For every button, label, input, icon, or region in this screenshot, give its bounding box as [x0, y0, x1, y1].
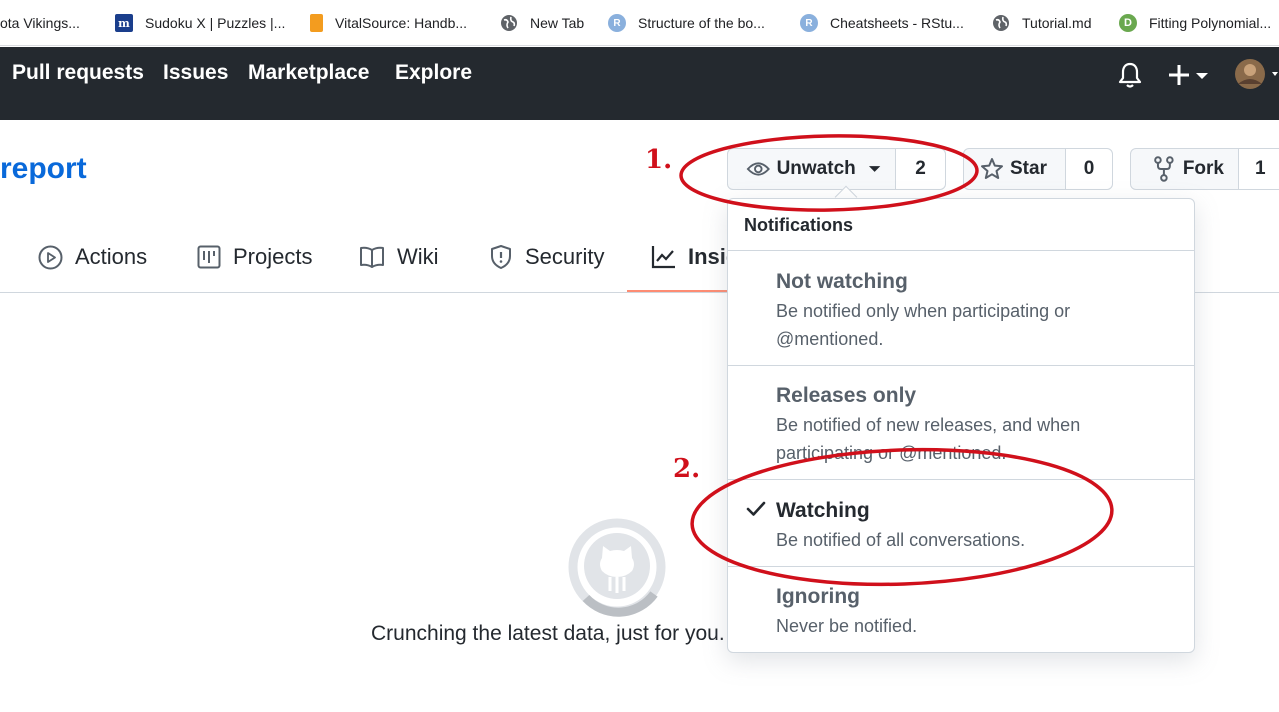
bookmark-cheatsheets[interactable]: R Cheatsheets - RStu... — [800, 12, 964, 34]
bookmark-sudoku[interactable]: m Sudoku X | Puzzles |... — [115, 12, 285, 34]
fork-button[interactable]: Fork — [1131, 149, 1239, 189]
avatar[interactable] — [1234, 58, 1279, 95]
option-title: Releases only — [776, 384, 917, 407]
bookmark-label: Tutorial.md — [1022, 15, 1092, 31]
shield-icon — [491, 245, 511, 269]
caret-down-icon — [868, 166, 881, 172]
bookmark-label: VitalSource: Handb... — [335, 15, 468, 31]
bookmark-label: Sudoku X | Puzzles |... — [145, 15, 286, 31]
play-icon — [38, 245, 63, 269]
option-description: Be notified of all conversations. — [776, 530, 1026, 550]
r-icon: R — [800, 14, 818, 32]
bookmark-structure[interactable]: R Structure of the bo... — [608, 12, 765, 34]
loading-text: Crunching the latest data, just for you. — [371, 622, 725, 645]
bookmark-label: New Tab — [530, 15, 585, 31]
star-button[interactable]: Star — [964, 149, 1066, 189]
notifications-dropdown: Notifications Not watching Be notified o… — [727, 198, 1195, 653]
bookmark-vikings[interactable]: ota Vikings... — [0, 12, 80, 34]
globe-icon — [992, 14, 1010, 32]
eye-icon — [746, 162, 770, 176]
graph-icon — [651, 246, 675, 269]
tab-label: Wiki — [397, 244, 439, 269]
fork-count[interactable]: 1 — [1239, 149, 1279, 189]
tab-label: Security — [525, 244, 605, 269]
plus-icon[interactable] — [1168, 63, 1210, 92]
tab-actions[interactable]: Actions — [38, 238, 147, 276]
option-releases-only[interactable]: Releases only Be notified of new release… — [728, 365, 1194, 479]
tab-label: Insights — [688, 244, 727, 269]
octocat-loading-icon — [566, 516, 668, 623]
tab-security[interactable]: Security — [489, 238, 604, 276]
bookmarks-bar: ota Vikings... m Sudoku X | Puzzles |...… — [0, 0, 1279, 46]
bookmark-label: ota Vikings... — [0, 15, 80, 31]
fork-button-group: Fork 1 — [1130, 148, 1279, 190]
bookmark-label: Fitting Polynomial... — [1149, 15, 1272, 31]
bookmark-label: Structure of the bo... — [638, 15, 765, 31]
annotation-step-1: 1. — [645, 145, 673, 175]
bookmark-label: Cheatsheets - RStu... — [830, 15, 964, 31]
option-description: Be notified of new releases, and when pa… — [776, 415, 1081, 463]
unwatch-button[interactable]: Unwatch — [728, 149, 896, 189]
dropdown-title: Notifications — [744, 215, 854, 235]
fork-label: Fork — [1182, 158, 1224, 179]
tab-projects[interactable]: Projects — [197, 238, 312, 276]
star-button-group: Star 0 — [963, 148, 1113, 190]
option-ignoring[interactable]: Ignoring Never be notified. — [728, 566, 1194, 652]
tab-label: Actions — [75, 244, 148, 269]
option-title: Not watching — [776, 270, 908, 293]
check-icon — [746, 501, 766, 516]
watch-button-group: Unwatch 2 — [727, 148, 946, 190]
bell-icon[interactable] — [1117, 61, 1143, 94]
globe-icon — [500, 14, 518, 32]
option-description: Never be notified. — [776, 616, 918, 636]
nav-issues[interactable]: Issues — [163, 61, 228, 85]
option-title: Ignoring — [776, 585, 860, 608]
star-label: Star — [1010, 158, 1047, 179]
tab-label: Projects — [233, 244, 313, 269]
bookmark-vitalsource[interactable]: VitalSource: Handb... — [310, 12, 467, 34]
bookmark-orange-icon — [310, 14, 323, 32]
m-logo-icon: m — [115, 14, 133, 32]
bookmark-fitting[interactable]: D Fitting Polynomial... — [1119, 12, 1271, 34]
bookmark-new-tab[interactable]: New Tab — [500, 12, 584, 34]
d-icon: D — [1119, 14, 1137, 32]
option-watching[interactable]: Watching Be notified of all conversation… — [728, 479, 1194, 566]
watch-count[interactable]: 2 — [896, 149, 945, 189]
tab-insights[interactable]: Insights — [651, 238, 727, 276]
option-not-watching[interactable]: Not watching Be notified only when parti… — [728, 250, 1194, 365]
project-icon — [197, 245, 221, 269]
nav-explore[interactable]: Explore — [395, 61, 472, 85]
fork-icon — [1154, 156, 1174, 182]
star-count[interactable]: 0 — [1066, 149, 1112, 189]
r-icon: R — [608, 14, 626, 32]
star-icon — [981, 158, 1003, 179]
annotation-step-2: 2. — [673, 454, 701, 484]
tab-wiki[interactable]: Wiki — [359, 238, 439, 276]
nav-marketplace[interactable]: Marketplace — [248, 61, 369, 85]
unwatch-label: Unwatch — [776, 158, 856, 179]
bookmark-tutorial[interactable]: Tutorial.md — [992, 12, 1092, 34]
book-icon — [360, 246, 384, 268]
option-description: Be notified only when participating or @… — [776, 301, 1071, 349]
loading-text-wrapper: Crunching the latest data, just for you. — [371, 622, 727, 646]
nav-pull-requests[interactable]: Pull requests — [12, 61, 144, 85]
repo-name[interactable]: report — [0, 152, 87, 186]
option-title: Watching — [776, 499, 870, 522]
